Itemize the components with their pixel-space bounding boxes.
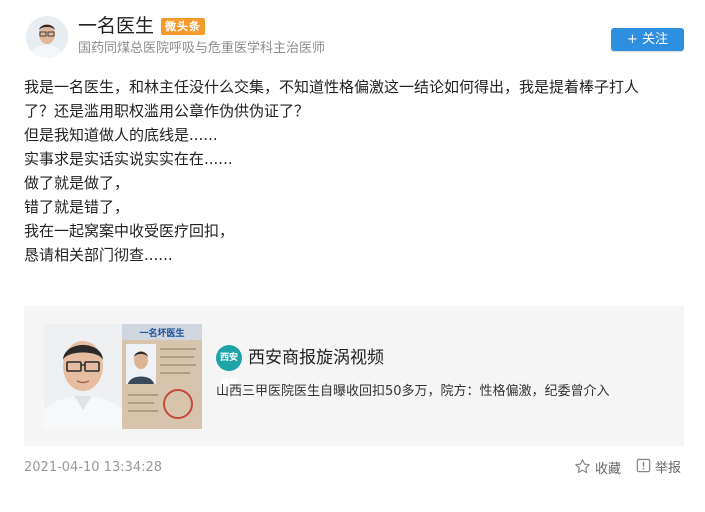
source-logo-icon: 西安商报: [216, 345, 242, 389]
post-line: 做了就是做了，: [24, 174, 130, 192]
thumbnail-caption: 一名坏医生: [139, 327, 184, 339]
report-icon: [636, 458, 651, 479]
report-label: 举报: [655, 460, 682, 476]
linked-article-card[interactable]: 一名坏医生 西安商报 西安商报旋涡视频 山西三甲医院医生自曝收回扣50多万，院方…: [24, 306, 684, 446]
follow-button[interactable]: + 关注: [611, 28, 684, 51]
post-line: 了？还是滥用职权滥用公章作伪供伪证了？: [24, 102, 310, 120]
post-line: 我在一起窝案中收受医疗回扣，: [24, 222, 235, 240]
source-name[interactable]: 西安商报旋涡视频: [248, 346, 384, 370]
author-avatar[interactable]: [26, 16, 68, 58]
article-title[interactable]: 山西三甲医院医生自曝收回扣50多万，院方：性格偏激，纪委曾介入: [216, 382, 610, 402]
post-line: 实事求是实话实说实实在在......: [24, 150, 233, 168]
author-name[interactable]: 一名医生: [78, 14, 154, 38]
post-line: 我是一名医生，和林主任没什么交集，不知道性格偏激这一结论如何得出，我是提着棒子打…: [24, 78, 640, 96]
post-line: 错了就是错了，: [24, 198, 130, 216]
favorite-label: 收藏: [595, 461, 622, 477]
report-button[interactable]: 举报: [636, 458, 681, 479]
post-line: 恳请相关部门彻查......: [24, 246, 173, 264]
weitoutiao-badge: 微头条: [161, 17, 206, 35]
post-body: 我是一名医生，和林主任没什么交集，不知道性格偏激这一结论如何得出，我是提着棒子打…: [24, 75, 689, 267]
author-row: 一名医生 微头条: [78, 14, 206, 38]
article-thumbnail-photo: [44, 324, 122, 429]
post-timestamp: 2021-04-10 13:34:28: [24, 460, 163, 475]
favorite-button[interactable]: 收藏: [574, 458, 621, 481]
star-icon: [574, 458, 591, 481]
article-thumbnail-certificate: 一名坏医生: [122, 324, 202, 429]
author-title: 国药同煤总医院呼吸与危重医学科主治医师: [78, 41, 326, 56]
post-line: 但是我知道做人的底线是......: [24, 126, 218, 144]
